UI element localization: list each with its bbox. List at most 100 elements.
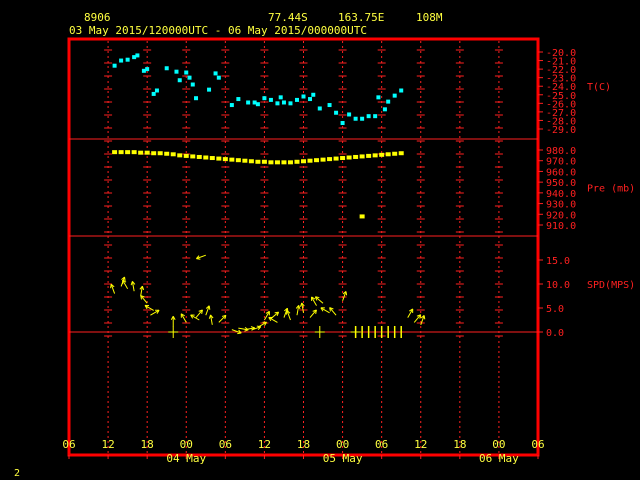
y-axis-labels: -20.0-21.0-22.0-23.0-24.0-25.0-26.0-27.0… [538, 48, 635, 339]
temperature-point [376, 95, 381, 100]
wind-arrow-head [300, 302, 303, 307]
pressure-point [353, 154, 359, 159]
temperature-point [288, 101, 293, 106]
x-tick-label: 06 [375, 438, 388, 451]
pressure-point [235, 158, 241, 163]
data-marks [110, 53, 426, 338]
pressure-point [346, 155, 352, 160]
pressure-point [359, 214, 365, 219]
temperature-point [347, 112, 352, 117]
wind-arrow-head [208, 305, 211, 310]
wind-arrow-head [110, 284, 112, 289]
y-tick-label: 930.0 [546, 200, 576, 211]
y-tick-label: 940.0 [546, 189, 576, 200]
temperature-point [386, 99, 391, 104]
temperature-point [112, 63, 117, 68]
temperature-point [246, 100, 251, 105]
wind-arrow-head [345, 291, 348, 296]
temperature-point [317, 106, 322, 111]
x-day-label: 06 May [479, 452, 519, 465]
x-tick-label: 12 [258, 438, 271, 451]
y-tick-label: 910.0 [546, 221, 576, 232]
station-lon: 163.75E [338, 11, 384, 24]
pressure-point [359, 154, 365, 159]
wind-arrow-head [141, 285, 145, 291]
panel-label: Pre (mb) [587, 184, 635, 195]
x-tick-label: 06 [219, 438, 232, 451]
temperature-point [281, 100, 286, 105]
pressure-point [190, 154, 196, 159]
x-tick-label: 12 [101, 438, 114, 451]
temperature-point [399, 88, 404, 93]
y-tick-label: 15.0 [546, 256, 570, 267]
temperature-point [268, 97, 273, 102]
x-tick-label: 18 [297, 438, 310, 451]
temperature-point [184, 70, 189, 75]
pressure-point [398, 151, 404, 156]
pressure-point [255, 159, 261, 164]
pressure-point [366, 153, 372, 158]
temperature-point [119, 58, 124, 63]
wind-arrow-head [250, 326, 255, 329]
pressure-point [274, 160, 280, 165]
x-tick-label: 00 [336, 438, 349, 451]
temperature-point [177, 78, 182, 83]
pressure-point [209, 156, 215, 161]
station-lat: 77.44S [268, 11, 308, 24]
pressure-point [229, 157, 235, 162]
temperature-point [125, 57, 130, 62]
wind-arrow-head [208, 314, 212, 319]
temperature-point [373, 114, 378, 119]
y-tick-label: 920.0 [546, 210, 576, 221]
pressure-point [320, 157, 326, 162]
pressure-point [294, 159, 300, 164]
x-tick-label: 00 [492, 438, 505, 451]
pressure-point [379, 152, 385, 157]
pressure-point [340, 156, 346, 161]
meteogram-chart: -20.0-21.0-22.0-23.0-24.0-25.0-26.0-27.0… [14, 11, 635, 479]
y-tick-label: 950.0 [546, 178, 576, 189]
temperature-point [278, 95, 283, 100]
pressure-point [131, 150, 137, 155]
pressure-point [170, 152, 176, 157]
temperature-point [311, 92, 316, 97]
wind-arrow-head [130, 281, 133, 286]
wind-arrow-head [423, 315, 426, 320]
y-tick-label: 970.0 [546, 157, 576, 168]
pressure-point [144, 150, 150, 155]
pressure-point [281, 160, 287, 165]
temperature-point [340, 121, 345, 126]
temperature-point [360, 116, 365, 121]
pressure-point [222, 157, 228, 162]
pressure-point [372, 153, 378, 158]
temperature-point [255, 102, 260, 107]
x-tick-label: 06 [531, 438, 544, 451]
panel-label: SPD(MPS) [587, 280, 635, 291]
pressure-point [314, 158, 320, 163]
station-elev: 108M [416, 11, 443, 24]
pressure-point [151, 151, 157, 156]
pressure-point [385, 152, 391, 157]
pressure-point [392, 151, 398, 156]
pressure-point [301, 159, 306, 164]
temperature-point [164, 66, 169, 71]
y-tick-label: -29.0 [546, 125, 576, 136]
pressure-point [327, 157, 333, 162]
wind-arrow-head [285, 310, 288, 315]
grid-lines [69, 41, 538, 453]
pressure-point [307, 158, 313, 163]
pressure-point [183, 153, 189, 158]
pressure-point [333, 156, 339, 161]
temperature-point [174, 69, 179, 74]
pressure-point [196, 154, 202, 159]
temperature-point [194, 96, 199, 101]
wind-arrow-head [244, 329, 249, 332]
panel-label: T(C) [587, 82, 611, 93]
temperature-point [294, 97, 299, 102]
wind-arrow-head [196, 258, 201, 260]
temperature-point [366, 114, 371, 119]
temperature-point [229, 103, 234, 108]
temperature-point [187, 75, 192, 80]
temperature-point [190, 82, 195, 87]
y-tick-label: 980.0 [546, 146, 576, 157]
